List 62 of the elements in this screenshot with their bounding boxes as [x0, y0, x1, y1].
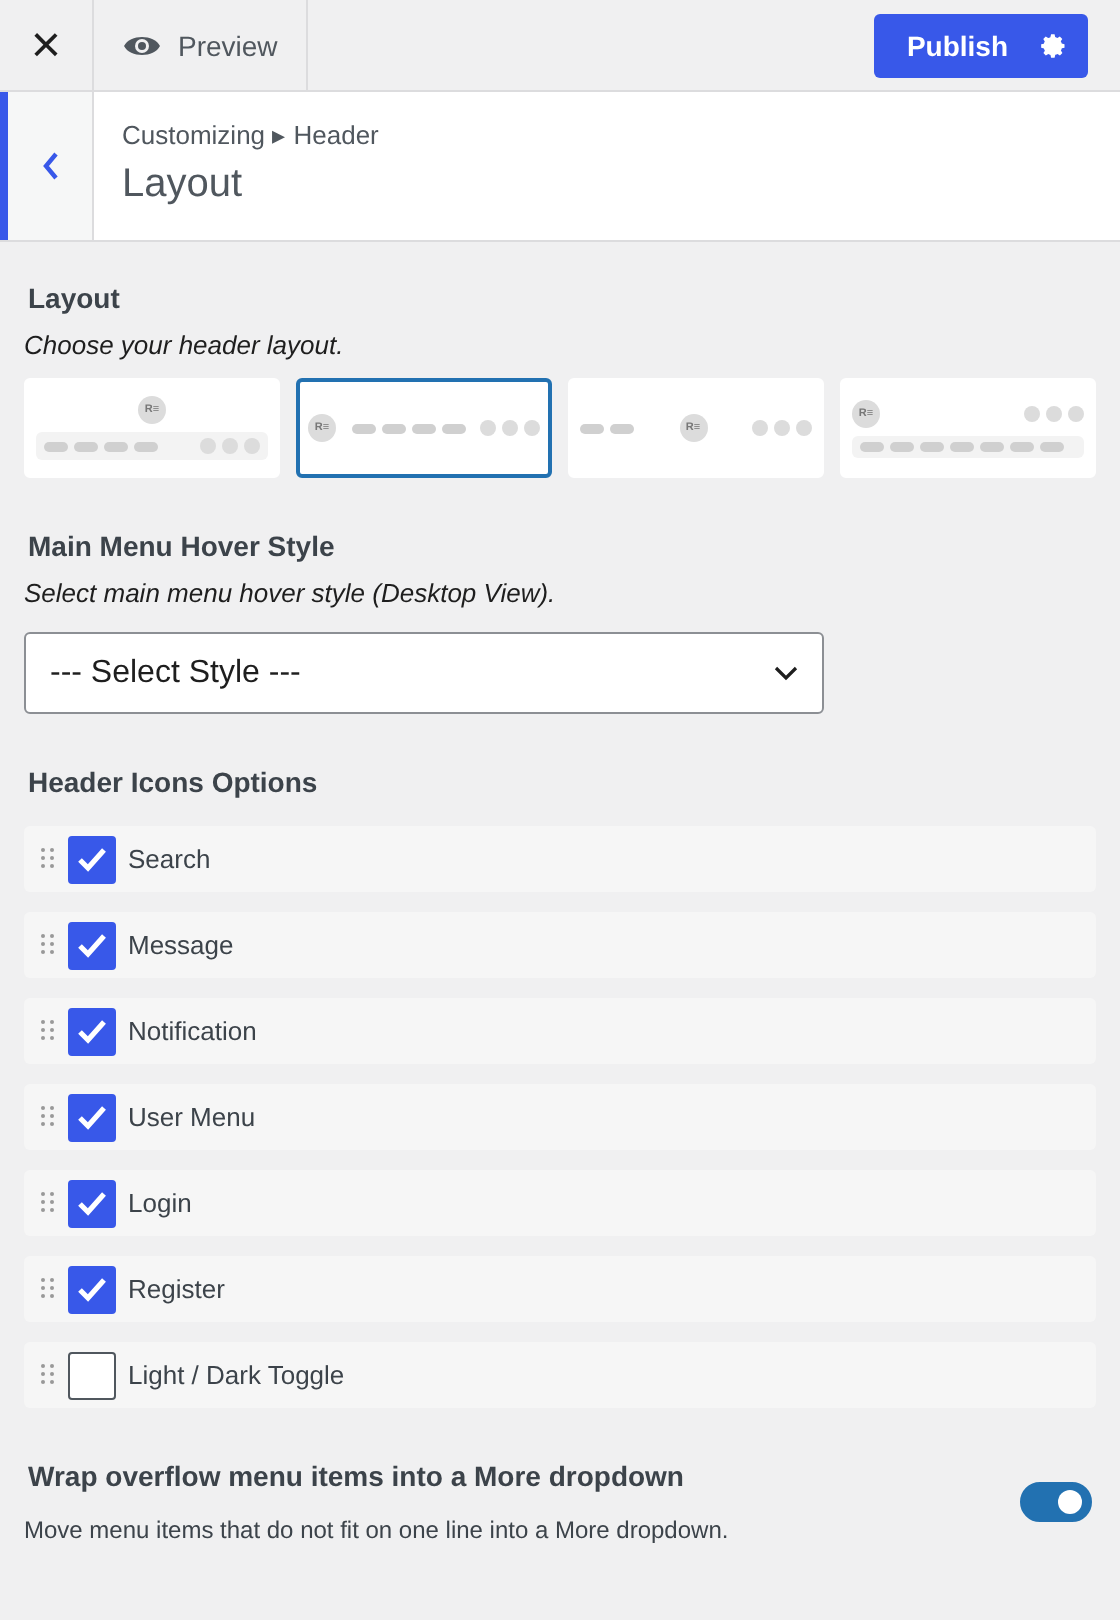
option-label: Notification: [128, 1016, 257, 1046]
chevron-down-icon: [774, 665, 798, 681]
section-hint: Select main menu hover style (Desktop View).: [24, 578, 558, 608]
menu-placeholder-icon: [134, 441, 158, 451]
section-heading: Main Menu Hover Style: [26, 530, 337, 562]
option-label: User Menu: [128, 1102, 256, 1132]
drag-handle-icon[interactable]: [40, 1364, 56, 1386]
checkmark-icon: [76, 931, 108, 959]
panel-title: Layout: [122, 162, 245, 208]
menu-placeholder-icon: [920, 441, 944, 451]
style-select[interactable]: --- Select Style ---: [24, 632, 824, 714]
drag-handle-icon[interactable]: [40, 1020, 56, 1042]
menu-placeholder-icon: [1010, 441, 1034, 451]
drag-handle-icon[interactable]: [40, 1106, 56, 1128]
checkmark-icon: [76, 1189, 108, 1217]
checkbox[interactable]: [68, 1351, 116, 1399]
checkbox[interactable]: [68, 835, 116, 883]
checkbox[interactable]: [68, 1179, 116, 1227]
toggle-switch[interactable]: [1020, 1482, 1092, 1522]
menu-placeholder-icon: [74, 441, 98, 451]
back-button[interactable]: [0, 92, 94, 240]
eye-icon: [122, 31, 162, 59]
setting-title: Wrap overflow menu items into a More dropdown: [26, 1460, 686, 1492]
menu-placeholder-icon: [890, 441, 914, 451]
checkmark-icon: [76, 845, 108, 873]
section-hint: Choose your header layout.: [24, 330, 346, 360]
menu-placeholder-icon: [860, 441, 884, 451]
settings-icon[interactable]: [1040, 31, 1068, 59]
menu-placeholder-icon: [441, 423, 465, 433]
option-label: Login: [128, 1188, 192, 1218]
checkbox[interactable]: [68, 1093, 116, 1141]
drag-handle-icon[interactable]: [40, 1278, 56, 1300]
option-label: Register: [128, 1274, 225, 1304]
menu-placeholder-icon: [580, 423, 604, 433]
close-button[interactable]: ×: [0, 0, 94, 90]
setting-description: Move menu items that do not fit on one line into a More dropdown.: [24, 1516, 731, 1544]
drag-handle-icon[interactable]: [40, 1192, 56, 1214]
menu-placeholder-icon: [104, 441, 128, 451]
preview-button[interactable]: Preview: [94, 0, 308, 90]
breadcrumb: Customizing ▸ Header: [122, 120, 379, 150]
checkbox[interactable]: [68, 921, 116, 969]
menu-placeholder-icon: [950, 441, 974, 451]
section-heading: Header Icons Options: [26, 766, 320, 798]
checkmark-icon: [76, 1103, 108, 1131]
option-label: Search: [128, 844, 211, 874]
checkmark-icon: [76, 1275, 108, 1303]
chevron-left-icon: [40, 150, 60, 182]
menu-placeholder-icon: [44, 441, 68, 451]
drag-handle-icon[interactable]: [40, 934, 56, 956]
section-heading: Layout: [26, 282, 122, 314]
menu-placeholder-icon: [610, 423, 634, 433]
menu-placeholder-icon: [980, 441, 1004, 451]
checkmark-icon: [76, 1017, 108, 1045]
checkbox[interactable]: [68, 1265, 116, 1313]
checkbox[interactable]: [68, 1007, 116, 1055]
menu-placeholder-icon: [411, 423, 435, 433]
menu-placeholder-icon: [381, 423, 405, 433]
drag-handle-icon[interactable]: [40, 848, 56, 870]
option-label: Light / Dark Toggle: [128, 1360, 345, 1390]
menu-placeholder-icon: [351, 423, 375, 433]
menu-placeholder-icon: [1040, 441, 1064, 451]
option-label: Message: [128, 930, 234, 960]
